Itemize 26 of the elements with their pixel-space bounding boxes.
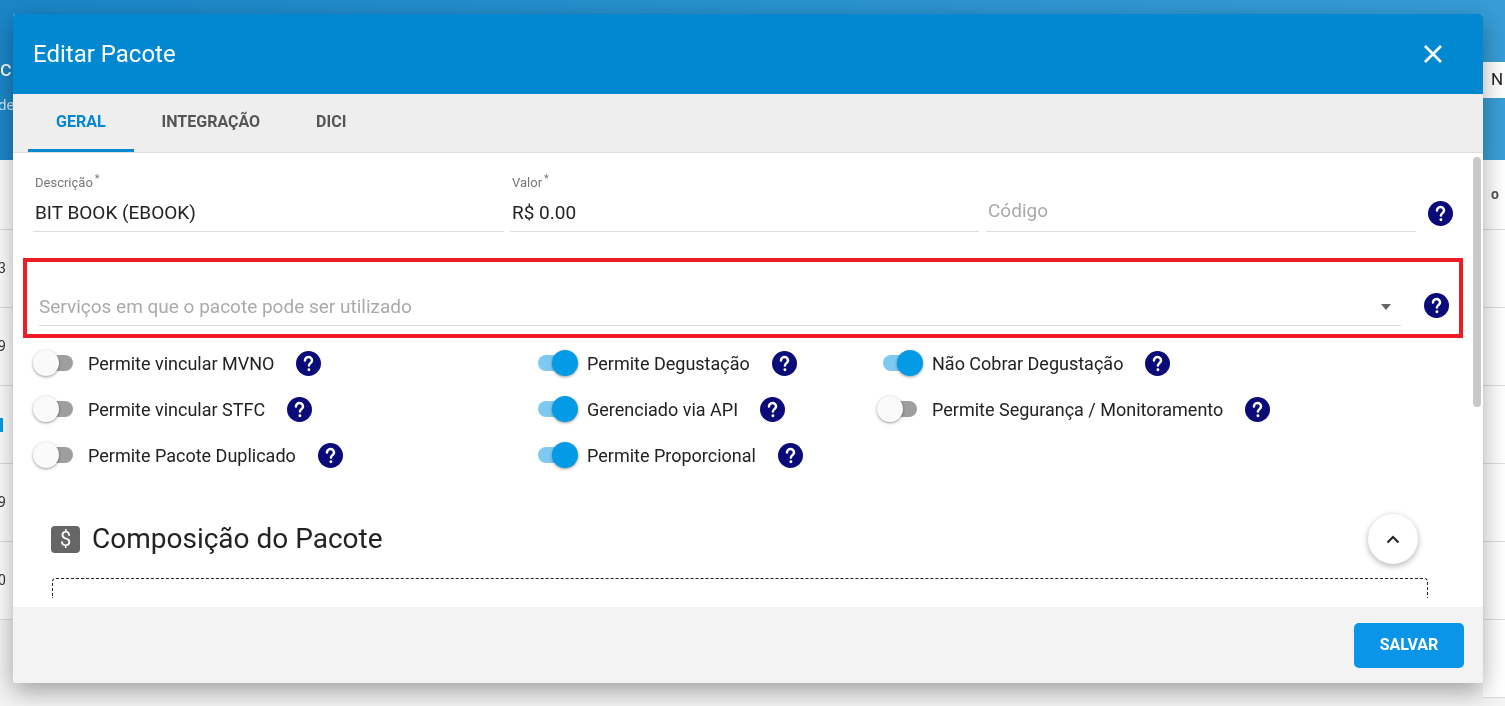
text-field[interactable]: Valor* R$ 0.00 bbox=[510, 173, 979, 232]
toolbar-label: N bbox=[1491, 68, 1504, 92]
required-mark: * bbox=[94, 173, 100, 184]
toggle-label: Permite Segurança / Monitoramento bbox=[932, 397, 1224, 422]
field-value: BIT BOOK (EBOOK) bbox=[34, 199, 197, 226]
tab[interactable]: INTEGRAÇÃO bbox=[133, 94, 289, 152]
section-title: Composição do Pacote bbox=[92, 521, 383, 557]
tab[interactable]: DICI bbox=[288, 94, 375, 152]
toggle-label: Permite Degustação bbox=[587, 351, 750, 376]
field-label: Descrição bbox=[34, 174, 93, 192]
text-field[interactable]: Descrição* BIT BOOK (EBOOK) bbox=[33, 173, 504, 232]
field-value: R$ 0.00 bbox=[511, 199, 578, 226]
dollar-icon: $ bbox=[51, 525, 80, 553]
tab[interactable]: GERAL bbox=[28, 94, 134, 152]
toggle-label: Permite Proporcional bbox=[587, 443, 756, 468]
save-button[interactable]: SALVAR bbox=[1354, 622, 1464, 668]
column-header: o bbox=[1491, 185, 1499, 204]
toggle-label: Gerenciado via API bbox=[587, 397, 739, 422]
toggle-label: Não Cobrar Degustação bbox=[932, 351, 1124, 376]
dialog-title: Editar Pacote bbox=[33, 39, 176, 70]
toggle-label: Permite vincular STFC bbox=[88, 397, 266, 422]
toggle-label: Permite vincular MVNO bbox=[88, 351, 275, 376]
field-label: Valor bbox=[511, 174, 543, 192]
page-title: c bbox=[0, 55, 12, 83]
required-mark: * bbox=[544, 173, 549, 184]
toggle-label: Permite Pacote Duplicado bbox=[88, 443, 296, 468]
